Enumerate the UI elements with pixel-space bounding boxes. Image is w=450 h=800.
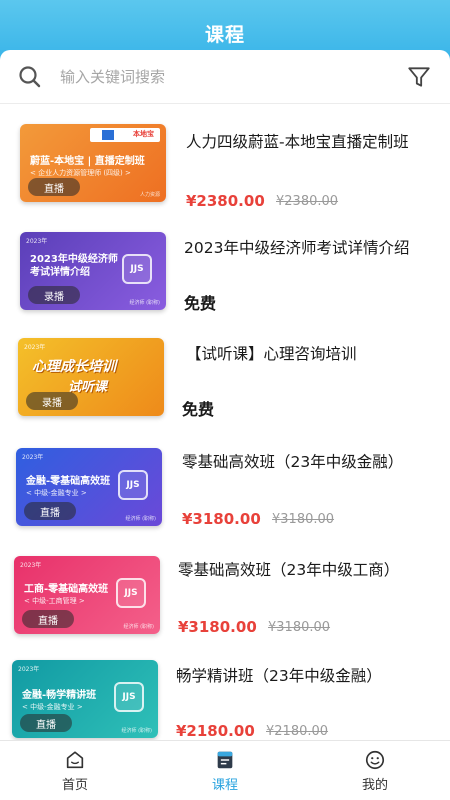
thumb-brand: 人力资源: [139, 192, 160, 198]
course-icon: [217, 751, 233, 768]
original-price: ¥3180.00: [268, 620, 331, 635]
thumb-title: 工商-零基础高效班: [24, 584, 109, 595]
course-title[interactable]: 零基础高效班（23年中级金融）: [182, 452, 422, 473]
profile-icon: [365, 750, 385, 769]
thumb-title-line2: 考试详情介绍: [30, 267, 90, 278]
mode-badge: 录播: [26, 392, 78, 410]
mode-badge: 直播: [22, 610, 74, 628]
thumb-title: 金融-畅学精讲班: [22, 690, 97, 701]
course-thumbnail: 2023年 金融-零基础高效班 < 中级-金融专业 > JJS 直播 经济师 (…: [16, 448, 162, 526]
course-price: ¥3180.00: [178, 618, 257, 636]
course-title[interactable]: 畅学精讲班（23年中级金融）: [176, 666, 426, 687]
thumb-year: 2023年: [26, 238, 48, 245]
bottom-tab-bar: 首页 课程 我的: [0, 740, 450, 800]
course-item[interactable]: 本地宝 蔚蓝-本地宝 | 直播定制班 < 企业人力资源管理师 (四级) > 直播…: [0, 118, 450, 222]
logo-icon: [102, 130, 114, 140]
course-item[interactable]: 2023年 心理成长培训 试听课 录播 【试听课】心理咨询培训 免费: [0, 330, 450, 434]
course-thumbnail: 2023年 工商-零基础高效班 < 中级-工商管理 > JJS 直播 经济师 (…: [14, 556, 160, 634]
course-title[interactable]: 人力四级蔚蓝-本地宝直播定制班: [186, 132, 431, 153]
tab-label: 我的: [361, 777, 388, 793]
thumb-subtitle: < 中级-金融专业 >: [26, 489, 87, 497]
thumb-subtitle: < 中级-金融专业 >: [22, 703, 83, 711]
thumb-title-line2: 试听课: [68, 380, 108, 395]
course-item[interactable]: 2023年 金融-畅学精讲班 < 中级-金融专业 > JJS 直播 经济师 (职…: [0, 654, 450, 740]
course-thumbnail: 本地宝 蔚蓝-本地宝 | 直播定制班 < 企业人力资源管理师 (四级) > 直播…: [20, 124, 166, 202]
search-bar[interactable]: 输入关键词搜索: [0, 50, 450, 104]
thumb-year: 2023年: [20, 562, 42, 569]
course-title[interactable]: 【试听课】心理咨询培训: [186, 344, 436, 365]
course-price: ¥2380.00: [186, 192, 265, 210]
home-icon: [66, 750, 84, 768]
mode-badge: 直播: [20, 714, 72, 732]
course-title[interactable]: 零基础高效班（23年中级工商）: [178, 560, 418, 581]
tab-courses[interactable]: 课程: [150, 741, 300, 800]
filter-icon[interactable]: [406, 64, 432, 90]
course-thumbnail: 2023年 金融-畅学精讲班 < 中级-金融专业 > JJS 直播 经济师 (职…: [12, 660, 158, 738]
thumb-brand: 经济师 (职称): [123, 624, 155, 630]
thumb-title: 心理成长培训: [32, 359, 116, 375]
course-thumbnail: 2023年 心理成长培训 试听课 录播: [18, 338, 164, 416]
brand-logo-icon: JJS: [122, 254, 152, 284]
free-label: 免费: [184, 294, 217, 313]
original-price: ¥2180.00: [266, 724, 329, 739]
course-item[interactable]: 2023年 金融-零基础高效班 < 中级-金融专业 > JJS 直播 经济师 (…: [0, 440, 450, 544]
thumb-brand: 经济师 (职称): [129, 300, 161, 306]
brand-logo-icon: JJS: [114, 682, 144, 712]
tab-label: 课程: [211, 777, 238, 793]
thumb-brand: 经济师 (职称): [121, 728, 153, 734]
tab-home[interactable]: 首页: [0, 741, 150, 800]
thumb-year: 2023年: [22, 454, 44, 461]
thumb-subtitle: < 企业人力资源管理师 (四级) >: [30, 169, 131, 177]
mode-badge: 直播: [28, 178, 80, 196]
free-label: 免费: [182, 400, 215, 419]
logo-text: 本地宝: [133, 130, 154, 138]
original-price: ¥2380.00: [276, 194, 339, 209]
thumb-title: 蔚蓝-本地宝 | 直播定制班: [30, 156, 145, 167]
course-price: ¥2180.00: [176, 722, 255, 740]
course-thumbnail: 2023年 2023年中级经济师 考试详情介绍 JJS 录播 经济师 (职称): [20, 232, 166, 310]
mode-badge: 直播: [24, 502, 76, 520]
course-title[interactable]: 2023年中级经济师考试详情介绍: [184, 238, 434, 259]
tab-profile[interactable]: 我的: [300, 741, 450, 800]
course-item[interactable]: 2023年 工商-零基础高效班 < 中级-工商管理 > JJS 直播 经济师 (…: [0, 548, 450, 652]
brand-logo-icon: JJS: [116, 578, 146, 608]
tab-label: 首页: [61, 777, 88, 793]
search-input[interactable]: 输入关键词搜索: [60, 66, 406, 87]
original-price: ¥3180.00: [272, 512, 335, 527]
search-icon[interactable]: [18, 65, 42, 89]
mode-badge: 录播: [28, 286, 80, 304]
brand-logo-icon: JJS: [118, 470, 148, 500]
course-price: ¥3180.00: [182, 510, 261, 528]
thumb-brand: 经济师 (职称): [125, 516, 157, 522]
course-item[interactable]: 2023年 2023年中级经济师 考试详情介绍 JJS 录播 经济师 (职称) …: [0, 224, 450, 328]
page-title: 课程: [204, 23, 245, 46]
thumb-subtitle: < 中级-工商管理 >: [24, 597, 85, 605]
thumb-year: 2023年: [18, 666, 40, 673]
thumb-title: 金融-零基础高效班: [26, 476, 111, 487]
thumb-year: 2023年: [24, 344, 46, 351]
course-list[interactable]: 本地宝 蔚蓝-本地宝 | 直播定制班 < 企业人力资源管理师 (四级) > 直播…: [0, 104, 450, 740]
